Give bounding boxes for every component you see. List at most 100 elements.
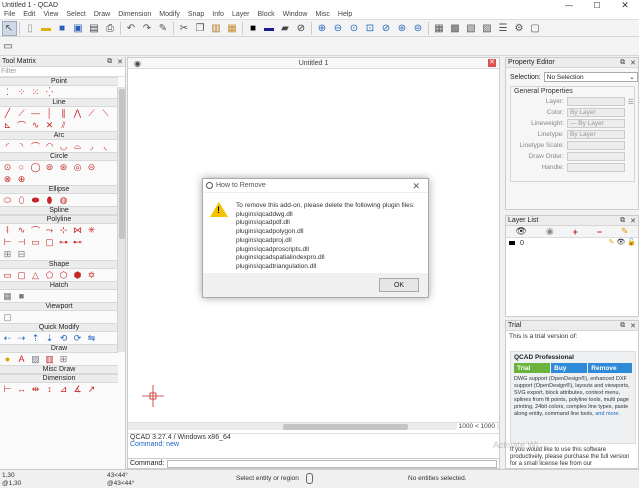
ellipse-inscribed-icon[interactable]: ⬮ bbox=[43, 195, 56, 206]
category-polyline[interactable]: Polyline bbox=[0, 215, 118, 224]
select-arrow-icon[interactable]: ↖ bbox=[1, 20, 17, 36]
polyline-remove-icon[interactable]: ⊣ bbox=[15, 237, 28, 248]
circle-tangent-icon[interactable]: ⊚ bbox=[43, 162, 56, 173]
ellipse-4p-icon[interactable]: ⬬ bbox=[29, 195, 42, 206]
line-vertical-icon[interactable]: │ bbox=[43, 108, 56, 119]
trial-button[interactable]: Trial bbox=[514, 363, 551, 373]
category-draw[interactable]: Draw bbox=[0, 344, 118, 353]
print-icon[interactable]: ⎙ bbox=[103, 21, 118, 36]
layer-row[interactable]: 0 ✎ 👁 🔓 bbox=[506, 238, 638, 248]
dimension-vertical-icon[interactable]: ↕ bbox=[43, 384, 56, 395]
lineweight-dropdown[interactable]: — By Layer bbox=[567, 119, 625, 128]
line-double-icon[interactable]: ⫽ bbox=[57, 120, 70, 131]
category-hatch[interactable]: Hatch bbox=[0, 281, 118, 290]
dimension-leader-icon[interactable]: ↗ bbox=[85, 384, 98, 395]
lock-icon[interactable]: 🔓 bbox=[627, 238, 636, 246]
draft-mode-icon[interactable]: ▧ bbox=[464, 21, 479, 36]
selection-dropdown[interactable]: No Selection ⌄ bbox=[543, 72, 638, 82]
show-all-layers-icon[interactable]: 👁 bbox=[515, 226, 526, 237]
add-layer-icon[interactable]: + bbox=[573, 227, 578, 237]
pen-icon[interactable]: ✎ bbox=[156, 21, 171, 36]
point-grid-icon[interactable]: ⁛ bbox=[43, 87, 56, 98]
menu-layer[interactable]: Layer bbox=[228, 11, 254, 18]
category-ellipse[interactable]: Ellipse bbox=[0, 185, 118, 194]
rotate-icon[interactable]: ⟲ bbox=[57, 333, 70, 344]
open-folder-icon[interactable]: ▬ bbox=[39, 21, 54, 36]
paste-icon[interactable]: ▦ bbox=[225, 21, 240, 36]
category-spline[interactable]: Spline bbox=[0, 206, 118, 215]
print-preview-icon[interactable]: ▤ bbox=[87, 21, 102, 36]
line-icon[interactable]: ╱ bbox=[1, 108, 14, 119]
linetype-icon[interactable]: ▰ bbox=[278, 21, 293, 36]
viewport-icon[interactable]: ▢ bbox=[1, 312, 14, 323]
save-as-icon[interactable]: ▣ bbox=[71, 21, 86, 36]
color-picker-icon[interactable]: ▬ bbox=[262, 21, 277, 36]
menu-snap[interactable]: Snap bbox=[184, 11, 208, 18]
ellipse-tangent-icon[interactable]: ◍ bbox=[57, 195, 70, 206]
polyline-rounded-icon[interactable]: ▢ bbox=[43, 237, 56, 248]
remove-layer-icon[interactable]: − bbox=[597, 227, 602, 237]
hexagon-icon[interactable]: ⬡ bbox=[57, 270, 70, 281]
polyline-chain-icon[interactable]: ⊶ bbox=[57, 237, 70, 248]
polyline-box-icon[interactable]: ▭ bbox=[29, 237, 42, 248]
dimension-horizontal-icon[interactable]: ⇹ bbox=[29, 384, 42, 395]
category-line[interactable]: Line bbox=[0, 98, 118, 107]
line-relative-icon[interactable]: ⟍ bbox=[99, 108, 112, 119]
pentagon-icon[interactable]: ⬠ bbox=[43, 270, 56, 281]
category-point[interactable]: Point bbox=[0, 77, 118, 86]
dimension-angular-icon[interactable]: ∡ bbox=[71, 384, 84, 395]
move-up-icon[interactable]: ⇡ bbox=[29, 333, 42, 344]
polyline-icon[interactable]: ⌇ bbox=[1, 225, 14, 236]
flip-icon[interactable]: ⇋ bbox=[85, 333, 98, 344]
polyline-add-icon[interactable]: ⊢ bbox=[1, 237, 14, 248]
dialog-close-icon[interactable]: ✕ bbox=[412, 181, 420, 192]
triangle-icon[interactable]: △ bbox=[29, 270, 42, 281]
close-button[interactable]: ✕ bbox=[611, 0, 639, 10]
edit-layer-icon[interactable]: ✎ bbox=[621, 226, 629, 237]
point-icon[interactable]: ⁚ bbox=[1, 87, 14, 98]
menu-help[interactable]: Help bbox=[334, 11, 356, 18]
arc-fit-icon[interactable]: ◟ bbox=[99, 141, 112, 152]
minimize-button[interactable]: — bbox=[555, 0, 583, 10]
menu-draw[interactable]: Draw bbox=[90, 11, 114, 18]
hatch-icon[interactable]: ▦ bbox=[1, 291, 14, 302]
tool-matrix-scrollbar[interactable] bbox=[117, 87, 125, 352]
category-dimension[interactable]: Dimension bbox=[0, 374, 118, 383]
dimension-aligned-icon[interactable]: ⊢ bbox=[1, 384, 14, 395]
new-file-icon[interactable]: ▯ bbox=[23, 21, 38, 36]
zoom-in-icon[interactable]: ⊕ bbox=[315, 21, 330, 36]
polyline-node-icon[interactable]: ⊹ bbox=[57, 225, 70, 236]
circle-3p-icon[interactable]: ◯ bbox=[29, 162, 42, 173]
circle-concentric-icon[interactable]: ◎ bbox=[71, 162, 84, 173]
category-misc-draw[interactable]: Misc Draw bbox=[0, 365, 118, 374]
polyline-frame-icon[interactable]: ⊞ bbox=[1, 249, 14, 260]
line-orthogonal-icon[interactable]: ⊾ bbox=[1, 120, 14, 131]
move-right-icon[interactable]: ⇢ bbox=[15, 333, 28, 344]
command-input[interactable] bbox=[167, 459, 497, 468]
close-panel-icon[interactable]: ✕ bbox=[117, 58, 123, 66]
undo-icon[interactable]: ↶ bbox=[124, 21, 139, 36]
horizontal-scrollbar[interactable]: 1000 < 1000 bbox=[128, 422, 499, 430]
linetype-dropdown[interactable]: By Layer bbox=[567, 130, 625, 139]
menu-window[interactable]: Window bbox=[279, 11, 312, 18]
category-viewport[interactable]: Viewport bbox=[0, 302, 118, 311]
star-icon[interactable]: ✡ bbox=[85, 270, 98, 281]
dimension-linear-icon[interactable]: ↔ bbox=[15, 384, 28, 395]
grid-icon[interactable]: ▦ bbox=[432, 21, 447, 36]
menu-misc[interactable]: Misc bbox=[312, 11, 334, 18]
draw-order-field[interactable] bbox=[567, 152, 625, 161]
scrollbar-thumb[interactable] bbox=[119, 89, 125, 239]
draw-image-icon[interactable]: ▨ bbox=[29, 354, 42, 365]
line-freehand-icon[interactable]: ∿ bbox=[29, 120, 42, 131]
arc-angle-icon[interactable]: ◞ bbox=[85, 141, 98, 152]
float-panel-icon[interactable]: ⧉ bbox=[107, 58, 112, 66]
close-panel-icon[interactable]: ✕ bbox=[630, 322, 636, 330]
polygon-icon[interactable]: ⬢ bbox=[71, 270, 84, 281]
rotate-cw-icon[interactable]: ⟳ bbox=[71, 333, 84, 344]
line-arc-tangent-icon[interactable]: ⌒ bbox=[15, 120, 28, 131]
category-shape[interactable]: Shape bbox=[0, 260, 118, 269]
menu-view[interactable]: View bbox=[39, 11, 62, 18]
line-cross-icon[interactable]: ✕ bbox=[43, 120, 56, 131]
visibility-icon[interactable]: 👁 bbox=[616, 238, 625, 246]
menu-select[interactable]: Select bbox=[62, 11, 89, 18]
